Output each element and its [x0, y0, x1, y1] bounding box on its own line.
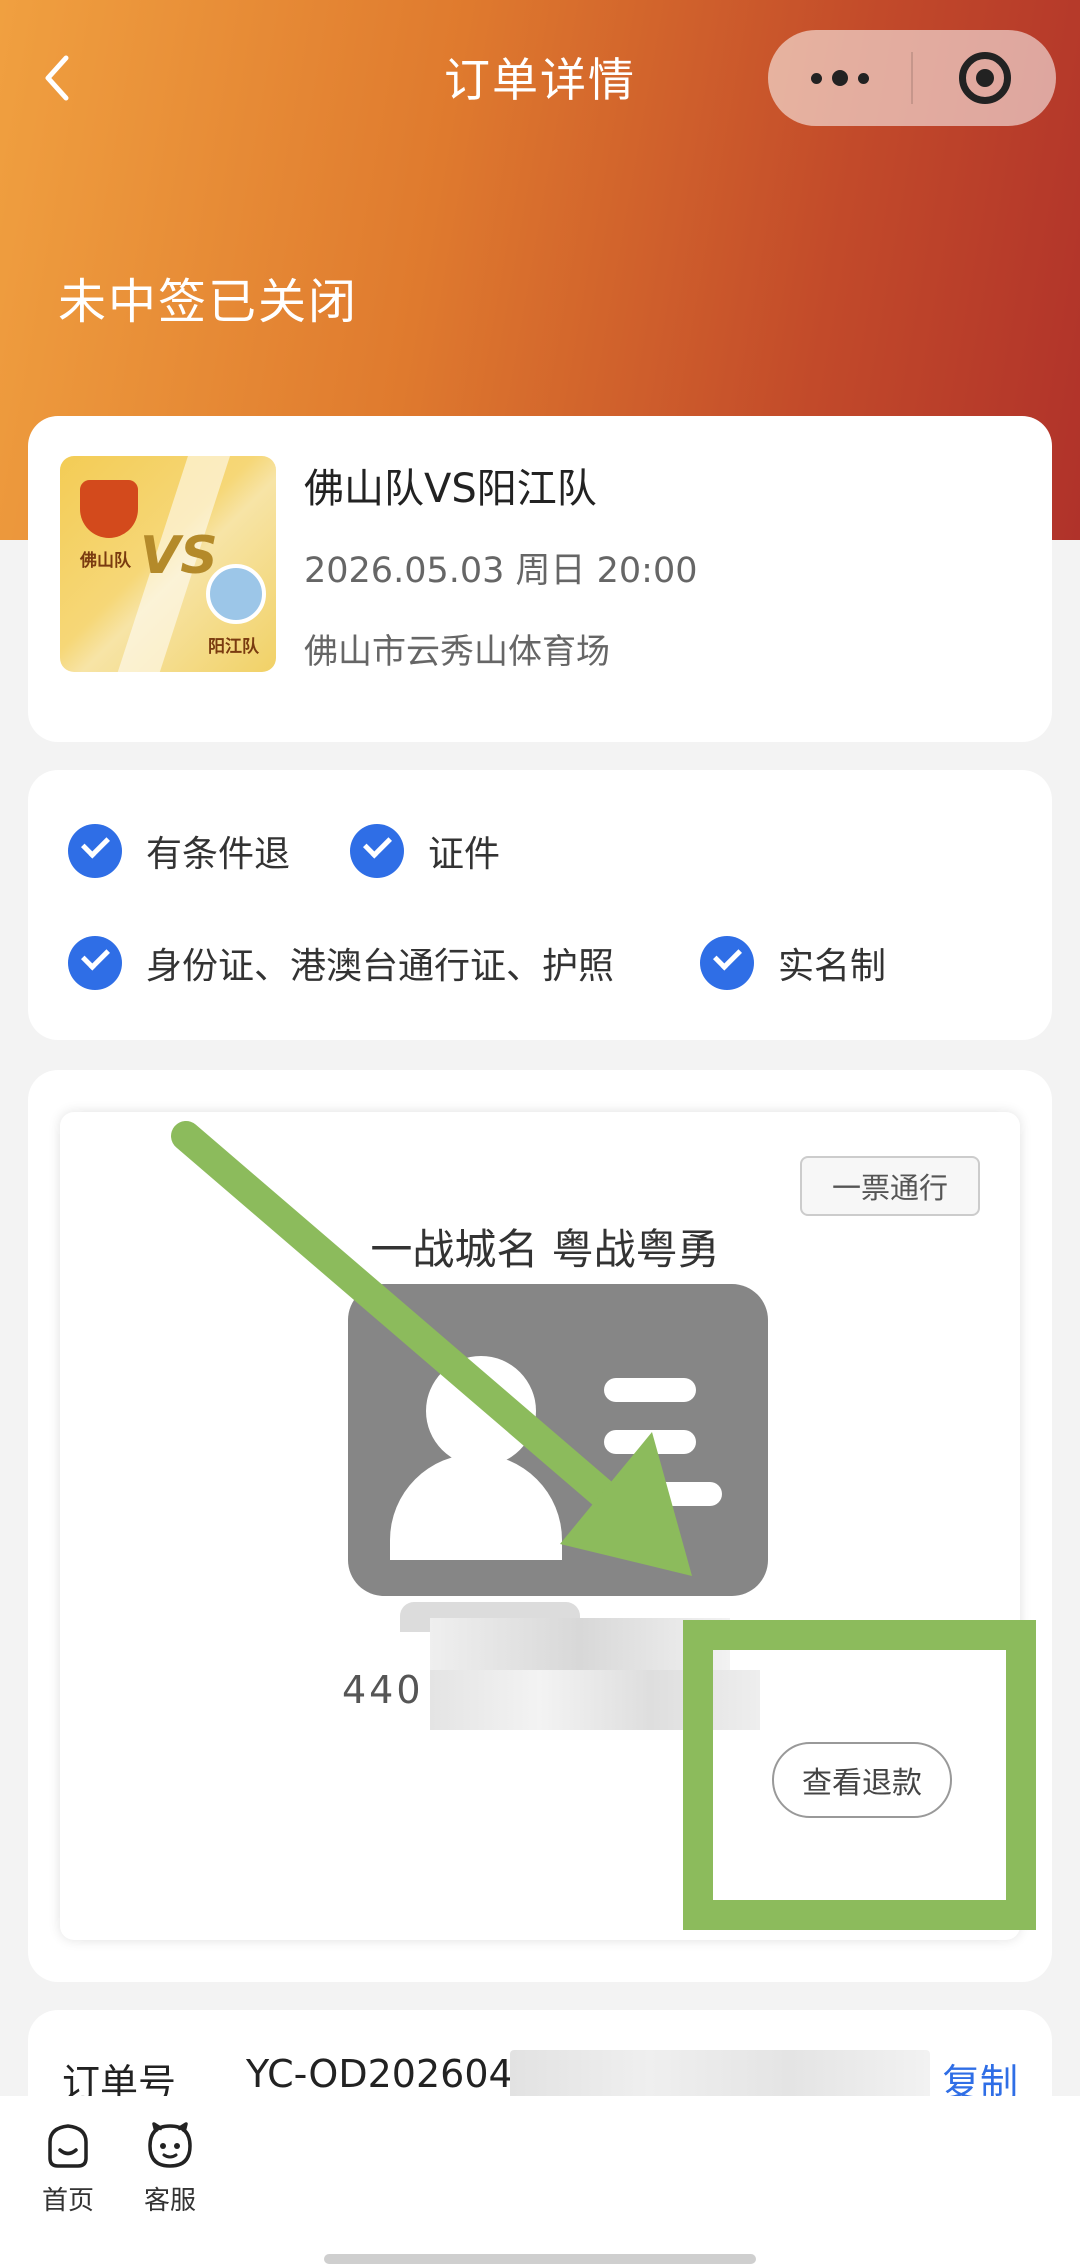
rule-item: 有条件退 [68, 824, 290, 878]
more-menu-button[interactable] [768, 30, 911, 126]
event-name: 佛山队VS阳江队 [304, 466, 597, 512]
ticket-type-badge: 一票通行 [800, 1156, 980, 1216]
rule-label: 有条件退 [146, 834, 291, 875]
home-icon [48, 2124, 88, 2168]
poster-team-a: 佛山队 [80, 551, 131, 571]
order-number-value: YC-OD202604 [246, 2052, 513, 2096]
event-venue: 佛山市云秀山体育场 [304, 632, 610, 672]
check-icon [68, 936, 122, 990]
home-indicator [324, 2254, 756, 2264]
tab-home[interactable]: 首页 [28, 2120, 108, 2217]
team-b-crest-icon [206, 564, 266, 624]
rule-item: 证件 [350, 824, 500, 878]
check-icon [700, 936, 754, 990]
event-datetime: 2026.05.03 周日 20:00 [304, 551, 698, 591]
mini-program-capsule [768, 30, 1056, 126]
customer-service-icon [148, 2122, 192, 2168]
target-icon [958, 52, 1011, 104]
rule-item: 身份证、港澳台通行证、护照 [68, 936, 614, 990]
more-dot-icon [831, 70, 848, 86]
more-dot-icon [810, 72, 822, 84]
team-a-crest-icon [80, 480, 138, 538]
rule-label: 实名制 [778, 946, 887, 987]
check-icon [350, 824, 404, 878]
rule-label: 身份证、港澳台通行证、护照 [146, 946, 615, 987]
tab-customer-service-label: 客服 [143, 2186, 196, 2216]
close-mini-program-button[interactable] [913, 52, 1056, 104]
rule-item: 实名制 [700, 936, 886, 990]
id-card-icon [348, 1284, 768, 1596]
bottom-tab-bar: 首页 客服 [0, 2096, 1080, 2265]
more-dot-icon [857, 72, 869, 84]
rule-label: 证件 [428, 834, 501, 875]
tab-customer-service[interactable]: 客服 [130, 2120, 210, 2217]
order-status: 未中签已关闭 [58, 274, 359, 330]
event-poster: 佛山队 VS 阳江队 [60, 456, 276, 672]
ticket-title: 一战城名 粤战粤勇 [370, 1225, 720, 1274]
poster-team-b: 阳江队 [208, 637, 259, 657]
poster-vs: VS [140, 526, 218, 586]
ticket-rules-card: 有条件退 证件 身份证、港澳台通行证、护照 实名制 [28, 770, 1052, 1040]
event-card[interactable]: 佛山队 VS 阳江队 佛山队VS阳江队 2026.05.03 周日 20:00 … [28, 416, 1052, 742]
tab-home-label: 首页 [41, 2186, 94, 2216]
check-icon [68, 824, 122, 878]
id-number: 440 [342, 1668, 424, 1712]
annotation-highlight-box [683, 1620, 1036, 1930]
